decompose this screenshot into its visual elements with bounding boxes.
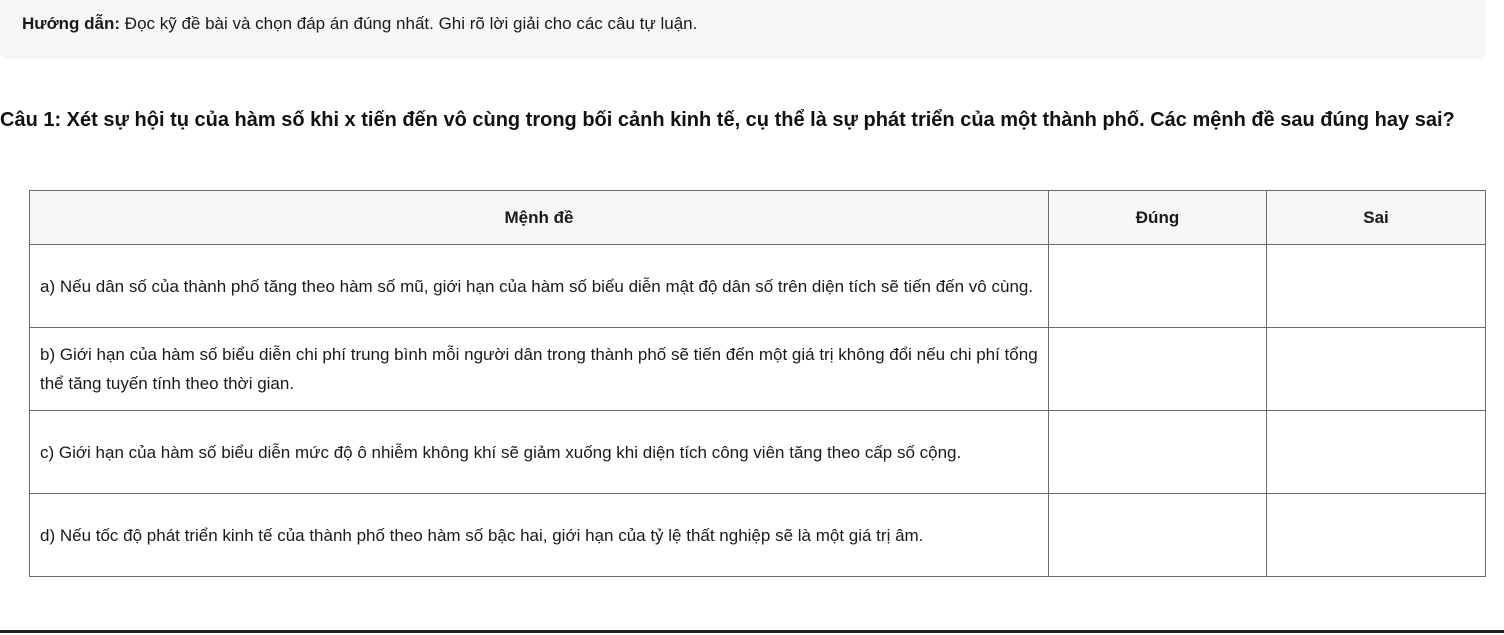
statement-cell: b) Giới hạn của hàm số biểu diễn chi phí… <box>29 327 1049 411</box>
false-answer-cell[interactable] <box>1266 493 1486 577</box>
statement-cell: a) Nếu dân số của thành phố tăng theo hà… <box>29 244 1049 328</box>
header-statement: Mệnh đề <box>29 190 1049 245</box>
true-answer-cell[interactable] <box>1048 327 1267 411</box>
table-row: b) Giới hạn của hàm số biểu diễn chi phí… <box>29 327 1486 411</box>
statement-cell: c) Giới hạn của hàm số biểu diễn mức độ … <box>29 410 1049 494</box>
instructions-banner: Hướng dẫn: Đọc kỹ đề bài và chọn đáp án … <box>0 0 1486 59</box>
false-answer-cell[interactable] <box>1266 410 1486 494</box>
true-answer-cell[interactable] <box>1048 244 1267 328</box>
statement-cell: d) Nếu tốc độ phát triển kinh tế của thà… <box>29 493 1049 577</box>
header-true: Đúng <box>1048 190 1267 245</box>
header-false: Sai <box>1266 190 1486 245</box>
instructions-label: Hướng dẫn: <box>22 14 121 33</box>
page: Hướng dẫn: Đọc kỹ đề bài và chọn đáp án … <box>0 0 1504 635</box>
false-answer-cell[interactable] <box>1266 327 1486 411</box>
instructions-text: Đọc kỹ đề bài và chọn đáp án đúng nhất. … <box>120 14 698 33</box>
bottom-divider <box>0 630 1504 633</box>
true-answer-cell[interactable] <box>1048 410 1267 494</box>
table-row: a) Nếu dân số của thành phố tăng theo hà… <box>29 244 1486 328</box>
table-row: d) Nếu tốc độ phát triển kinh tế của thà… <box>29 493 1486 577</box>
false-answer-cell[interactable] <box>1266 244 1486 328</box>
question-text: Câu 1: Xét sự hội tụ của hàm số khi x ti… <box>0 109 1455 131</box>
table-row: c) Giới hạn của hàm số biểu diễn mức độ … <box>29 410 1486 494</box>
statements-table: Mệnh đề Đúng Sai a) Nếu dân số của thành… <box>29 190 1486 577</box>
true-answer-cell[interactable] <box>1048 493 1267 577</box>
table-header-row: Mệnh đề Đúng Sai <box>29 190 1486 245</box>
